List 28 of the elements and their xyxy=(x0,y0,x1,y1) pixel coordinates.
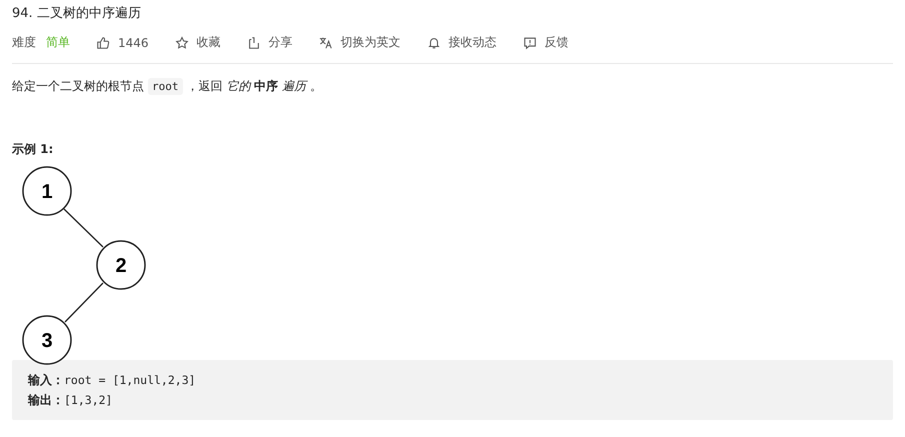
translate-button[interactable]: 切换为英文 xyxy=(318,34,401,51)
tree-node: 1 xyxy=(22,166,72,216)
bell-button[interactable]: 接收动态 xyxy=(426,34,497,51)
tree-node: 2 xyxy=(96,240,146,290)
description-text: ，返回 它的 中序 遍历 。 xyxy=(186,78,322,95)
share-icon xyxy=(246,36,261,50)
example-label: 输入： xyxy=(28,373,64,387)
star-button[interactable]: 收藏 xyxy=(174,34,221,51)
translate-icon xyxy=(318,36,333,50)
bell-icon xyxy=(426,36,441,50)
feedback-button[interactable]: 反馈 xyxy=(522,34,569,51)
tree-edge xyxy=(64,208,104,248)
share-button[interactable]: 分享 xyxy=(246,34,293,51)
problem-title: 94. 二叉树的中序遍历 xyxy=(12,5,142,23)
example-value: root = [1,null,2,3] xyxy=(64,373,196,387)
difficulty-label: 难度 xyxy=(12,34,36,51)
star-icon xyxy=(174,36,189,50)
difficulty-value: 简单 xyxy=(46,34,70,51)
like-button[interactable]: 1446 xyxy=(96,36,149,50)
inline-code: root xyxy=(148,78,182,95)
speech-bubble-icon xyxy=(522,36,537,50)
description-text: 给定一个二叉树的根节点 xyxy=(12,78,144,95)
example-label: 输出： xyxy=(28,393,64,407)
example-heading: 示例 1: xyxy=(12,141,54,158)
tree-edge xyxy=(64,282,104,322)
tree-node: 3 xyxy=(22,315,72,365)
thumbs-up-icon xyxy=(96,36,110,50)
example-value: [1,3,2] xyxy=(64,393,112,407)
